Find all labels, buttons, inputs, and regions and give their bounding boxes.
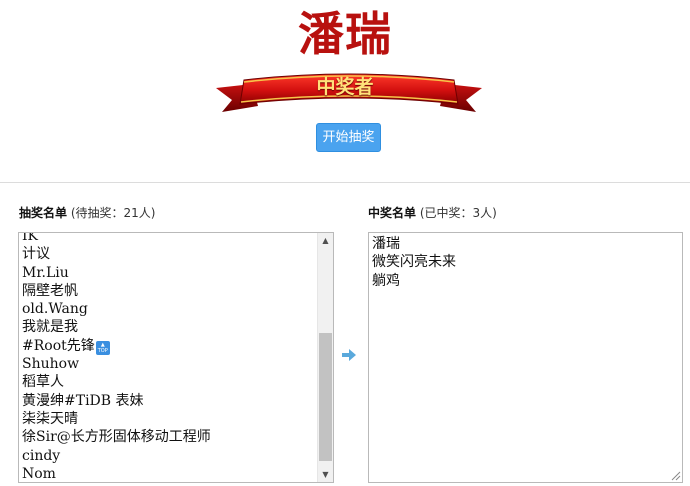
winner-count: (已中奖：3人)	[419, 206, 497, 220]
scrollbar-thumb[interactable]	[319, 333, 332, 461]
candidate-count: (待抽奖：21人)	[70, 206, 156, 220]
list-item: 躺鸡	[372, 272, 400, 289]
list-item-with-badge: #Root先锋 ▲ TOP	[22, 337, 211, 355]
resize-grip-icon[interactable]	[669, 469, 681, 481]
winner-lines: 潘瑞 微笑闪亮未来 躺鸡	[372, 235, 456, 290]
current-winner-name: 潘瑞	[298, 7, 392, 61]
scroll-down-arrow-icon[interactable]: ▼	[318, 467, 333, 482]
arrow-right-icon	[342, 349, 356, 361]
list-item: Mr.Liu	[22, 264, 69, 281]
winner-textarea[interactable]: 潘瑞 微笑闪亮未来 躺鸡	[368, 232, 683, 483]
list-item: 黄漫绅#TiDB 表妹	[22, 392, 144, 409]
candidate-list-heading: 抽奖名单 (待抽奖：21人)	[19, 205, 155, 221]
vertical-scrollbar[interactable]: ▲ ▼	[317, 233, 333, 482]
start-draw-button[interactable]: 开始抽奖	[316, 123, 381, 152]
winner-list-heading: 中奖名单 (已中奖：3人)	[368, 205, 497, 221]
list-item: IK	[22, 232, 38, 244]
list-item: Shuhow	[22, 356, 80, 373]
list-item: 徐Sir@长方形固体移动工程师	[22, 429, 211, 446]
winner-list-title: 中奖名单	[368, 206, 417, 220]
list-item: 潘瑞	[372, 236, 400, 252]
top-badge-icon: ▲ TOP	[95, 340, 110, 355]
list-item: 我就是我	[22, 319, 78, 336]
header-area: 潘瑞 中奖者 开始抽奖	[0, 0, 690, 182]
list-item: 隔壁老帆	[22, 282, 78, 299]
list-item-text: #Root先锋	[22, 337, 95, 354]
candidate-lines: IK 计议 Mr.Liu 隔壁老帆 old.Wang 我就是我 #Root先锋 ▲…	[22, 232, 211, 482]
list-item: 柒柒天晴	[22, 410, 78, 427]
list-item: cindy	[22, 447, 61, 464]
list-item: old.Wang	[22, 301, 88, 318]
list-item: 微笑闪亮未来	[372, 254, 456, 271]
candidate-textarea[interactable]: IK 计议 Mr.Liu 隔壁老帆 old.Wang 我就是我 #Root先锋 ▲…	[18, 232, 334, 483]
scroll-up-arrow-icon[interactable]: ▲	[318, 233, 333, 248]
list-item: Nom	[22, 465, 56, 482]
list-item: 计议	[22, 246, 50, 263]
top-badge-text: TOP	[97, 347, 108, 354]
header-divider	[0, 182, 690, 183]
candidate-list-title: 抽奖名单	[19, 206, 68, 220]
list-item: 稻草人	[22, 374, 64, 391]
banner-label: 中奖者	[316, 76, 374, 98]
